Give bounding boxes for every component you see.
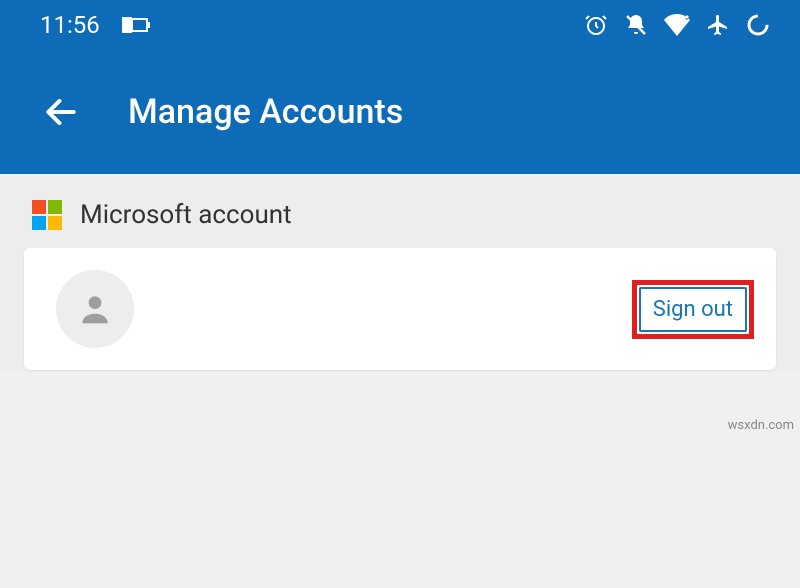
watermark: wsxdn.com [728,418,794,433]
app-bar: Manage Accounts [0,50,800,174]
status-bar: 11:56 [0,0,800,50]
page-title: Manage Accounts [128,92,403,132]
section-title: Microsoft account [80,200,292,230]
sign-out-button[interactable]: Sign out [639,287,747,332]
section-header: Microsoft account [24,198,776,248]
loading-icon [746,13,770,37]
battery-icon [122,17,150,33]
wifi-icon [664,14,690,36]
microsoft-logo-icon [32,200,62,230]
airplane-mode-icon [706,13,730,37]
account-card: Sign out [24,248,776,370]
status-time: 11:56 [40,11,100,39]
status-right [584,13,770,37]
notifications-off-icon [624,13,648,37]
highlight-annotation: Sign out [632,280,754,339]
alarm-icon [584,13,608,37]
content-area: Microsoft account Sign out [0,174,800,370]
avatar [56,270,134,348]
status-left: 11:56 [40,11,150,39]
back-button[interactable] [42,93,80,131]
